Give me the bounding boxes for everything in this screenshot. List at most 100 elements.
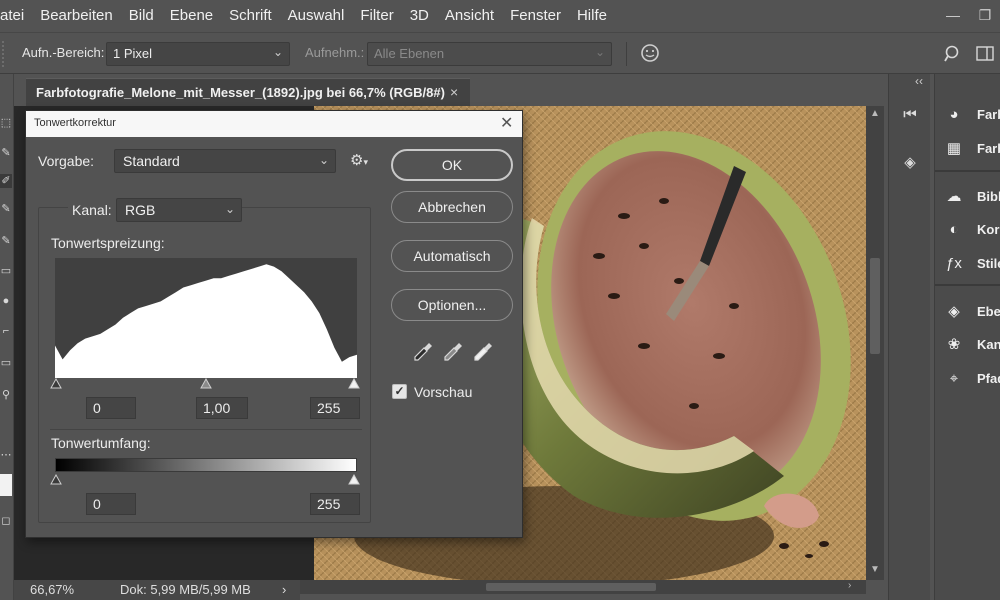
menu-item-7[interactable]: 3D <box>402 0 437 32</box>
status-menu-arrow[interactable]: › <box>282 582 286 597</box>
menu-item-3[interactable]: Ebene <box>162 0 221 32</box>
menu-item-6[interactable]: Filter <box>352 0 401 32</box>
preset-select[interactable]: Standard ⌄ <box>114 149 336 173</box>
brush-tool-icon[interactable]: ✎ <box>0 234 12 248</box>
blur-tool-icon[interactable]: ● <box>0 294 12 308</box>
scroll-down-icon[interactable]: ▼ <box>870 564 880 575</box>
options-grip <box>2 41 8 67</box>
input-gamma-field[interactable]: 1,00 <box>196 397 248 419</box>
histogram-graph <box>55 264 357 378</box>
cancel-button[interactable]: Abbrechen <box>391 191 513 223</box>
search-icon[interactable] <box>944 45 962 63</box>
input-white-slider[interactable] <box>348 378 360 389</box>
sample-layers-select[interactable]: Alle Ebenen ⌄ <box>367 42 612 66</box>
divider <box>50 429 362 430</box>
auto-button[interactable]: Automatisch <box>391 240 513 272</box>
menu-item-1[interactable]: Bearbeiten <box>32 0 121 32</box>
output-levels-label: Tonwertumfang: <box>51 435 151 451</box>
pen-tool-icon[interactable]: ⌐ <box>0 324 12 338</box>
menu-item-2[interactable]: Bild <box>121 0 162 32</box>
zoom-level[interactable]: 66,67% <box>30 582 74 597</box>
document-tab[interactable]: Farbfotografie_Melone_mit_Messer_(1892).… <box>26 78 470 106</box>
dialog-title: Tonwertkorrektur <box>34 117 116 129</box>
preview-checkbox[interactable]: ✓ <box>392 384 407 399</box>
menu-item-8[interactable]: Ansicht <box>437 0 502 32</box>
menu-item-9[interactable]: Fenster <box>502 0 569 32</box>
collapse-panels-icon[interactable]: ‹‹ <box>915 74 923 88</box>
output-black-field[interactable]: 0 <box>86 493 136 515</box>
vertical-scroll-thumb[interactable] <box>870 258 880 354</box>
smiley-sample-ring-icon[interactable] <box>640 43 660 63</box>
preset-gear-icon[interactable]: ⚙▾ <box>350 151 368 169</box>
palette-icon: ◕ <box>949 106 959 123</box>
gray-eyedropper-icon[interactable] <box>442 341 464 363</box>
marquee-tool-icon[interactable]: ⬚ <box>0 116 12 130</box>
panel-label: Farb <box>977 107 1000 122</box>
panel-item-3[interactable]: ◐ Korr <box>935 215 1000 245</box>
output-white-field[interactable]: 255 <box>310 493 360 515</box>
input-black-slider[interactable] <box>50 378 62 389</box>
shape-tool-icon[interactable]: ▭ <box>0 356 12 370</box>
panel-item-4[interactable]: ƒx Stile <box>935 249 1000 279</box>
libraries-cloud-icon: ☁ <box>946 188 962 205</box>
horizontal-scrollbar[interactable]: › <box>300 580 866 594</box>
workspace-icon[interactable] <box>976 45 994 63</box>
panel-item-6[interactable]: ❀ Kana <box>935 330 1000 360</box>
chevron-down-icon: ⌄ <box>224 202 235 216</box>
eyedropper-tool-icon[interactable]: ✐ <box>0 174 12 188</box>
menu-item-10[interactable]: Hilfe <box>569 0 615 32</box>
document-tab-title: Farbfotografie_Melone_mit_Messer_(1892).… <box>36 85 445 100</box>
scroll-up-icon[interactable]: ▲ <box>870 108 880 119</box>
black-eyedropper-icon[interactable] <box>412 341 434 363</box>
document-size-info: Dok: 5,99 MB/5,99 MB <box>120 582 251 597</box>
more-tools-icon[interactable]: ⋯ <box>0 448 12 462</box>
output-white-slider[interactable] <box>348 474 360 485</box>
panel-label: Bibl <box>977 189 1000 204</box>
sample-size-select[interactable]: 1 Pixel ⌄ <box>106 42 290 66</box>
panels-dock: ‹‹ ◕ Farb ▦ Farb ☁ Bibl ◐ Korr ƒx Stile ◈ Ebe ❀ Kana ⌖… <box>915 74 1000 600</box>
menu-bar: atei Bearbeiten Bild Ebene Schrift Auswahl Fil… <box>0 0 1000 32</box>
panel-item-0[interactable]: ◕ Farb <box>935 100 1000 130</box>
options-button[interactable]: Optionen... <box>391 289 513 321</box>
3d-icon[interactable]: ◈ <box>897 150 923 176</box>
histogram-area <box>55 264 357 378</box>
input-gamma-slider[interactable] <box>200 378 212 389</box>
tools-panel: ⬚ ✎ ✐ ✎ ✎ ▭ ● ⌐ ▭ ⚲ ⋯ ◻ <box>0 74 14 600</box>
panel-item-5[interactable]: ◈ Ebe <box>935 297 1000 327</box>
panel-label: Pfad <box>977 371 1000 386</box>
menu-item-5[interactable]: Auswahl <box>280 0 353 32</box>
close-icon[interactable]: ✕ <box>500 113 513 133</box>
channels-icon: ❀ <box>947 336 961 353</box>
zoom-tool-icon[interactable]: ⚲ <box>0 388 12 402</box>
channel-label: Kanal: <box>68 202 116 218</box>
panel-item-1[interactable]: ▦ Farb <box>935 134 1000 164</box>
foreground-color-swatch[interactable] <box>0 474 12 496</box>
menu-item-4[interactable]: Schrift <box>221 0 280 32</box>
sample-size-value: 1 Pixel <box>113 46 153 61</box>
chevron-down-icon: ⌄ <box>272 45 283 59</box>
vertical-scrollbar[interactable]: ▲ ▼ <box>866 106 884 580</box>
channel-select[interactable]: RGB ⌄ <box>116 198 242 222</box>
panel-item-2[interactable]: ☁ Bibl <box>935 182 1000 212</box>
white-eyedropper-icon[interactable] <box>472 341 494 363</box>
restore-icon[interactable]: ❐ <box>976 8 994 22</box>
channel-value: RGB <box>125 202 156 218</box>
healing-tool-icon[interactable]: ✎ <box>0 202 12 216</box>
input-black-field[interactable]: 0 <box>86 397 136 419</box>
panel-item-7[interactable]: ⌖ Pfad <box>935 364 1000 394</box>
eraser-tool-icon[interactable]: ▭ <box>0 264 12 278</box>
input-white-field[interactable]: 255 <box>310 397 360 419</box>
ok-button[interactable]: OK <box>391 149 513 181</box>
preview-label: Vorschau <box>414 384 473 400</box>
horizontal-scroll-thumb[interactable] <box>486 583 656 591</box>
history-icon[interactable]: ⏮ <box>897 102 923 128</box>
quickmask-icon[interactable]: ◻ <box>0 514 12 528</box>
close-icon[interactable]: × <box>450 84 458 100</box>
menu-item-0[interactable]: atei <box>0 0 32 32</box>
panel-label: Stile <box>977 256 1000 271</box>
minimize-icon[interactable]: — <box>944 8 962 22</box>
dialog-titlebar[interactable]: Tonwertkorrektur ✕ <box>26 111 522 137</box>
quick-select-tool-icon[interactable]: ✎ <box>0 146 12 160</box>
scroll-right-icon[interactable]: › <box>848 580 851 591</box>
output-black-slider[interactable] <box>50 474 62 485</box>
